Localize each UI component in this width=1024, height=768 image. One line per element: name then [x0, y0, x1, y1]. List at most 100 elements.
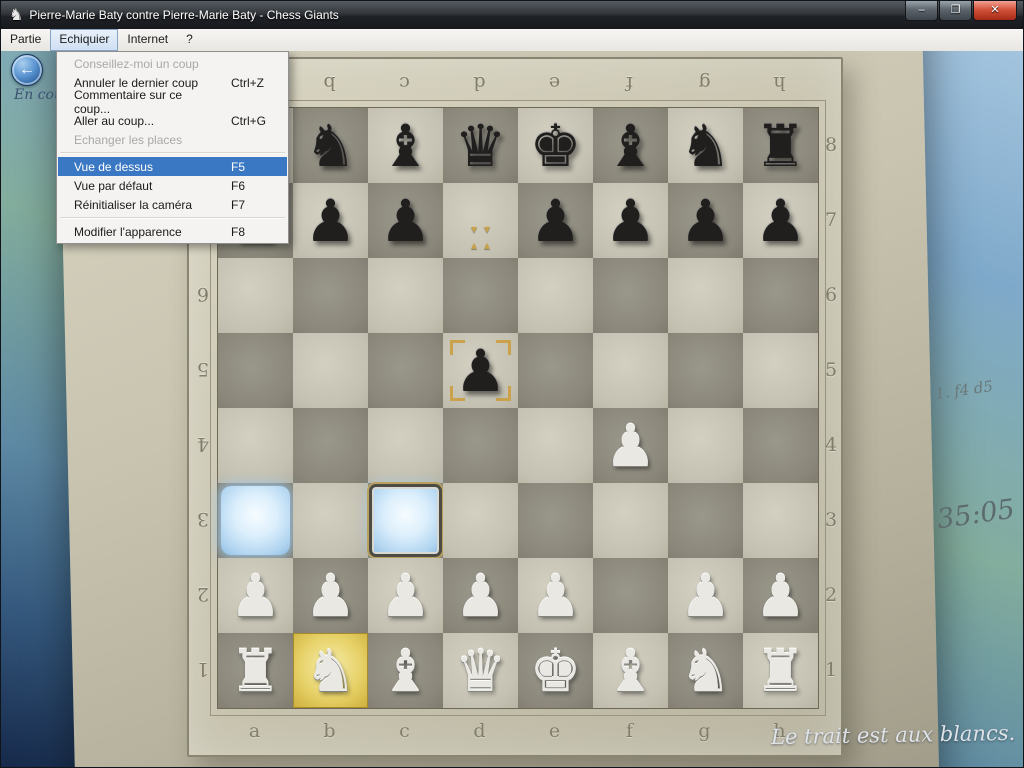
square-e5[interactable]: [518, 333, 593, 408]
square-a1[interactable]: ♜: [218, 633, 293, 708]
square-g5[interactable]: [668, 333, 743, 408]
maximize-button[interactable]: ❐: [939, 1, 972, 21]
white-rook[interactable]: ♜: [743, 633, 818, 708]
square-g8[interactable]: ♞: [668, 108, 743, 183]
square-d6[interactable]: [443, 258, 518, 333]
square-f4[interactable]: ♟: [593, 408, 668, 483]
menu-item-vue-de-dessus[interactable]: Vue de dessusF5: [58, 157, 287, 176]
square-b7[interactable]: ♟: [293, 183, 368, 258]
menu-item-modifier-l-apparence[interactable]: Modifier l'apparenceF8: [58, 222, 287, 241]
square-f8[interactable]: ♝: [593, 108, 668, 183]
square-b3[interactable]: [293, 483, 368, 558]
white-king[interactable]: ♚: [518, 633, 593, 708]
white-knight[interactable]: ♞: [293, 633, 368, 708]
black-knight[interactable]: ♞: [668, 108, 743, 183]
square-b1[interactable]: ♞: [293, 633, 368, 708]
square-c3[interactable]: [368, 483, 443, 558]
square-d3[interactable]: [443, 483, 518, 558]
black-pawn[interactable]: ♟: [443, 333, 518, 408]
white-pawn[interactable]: ♟: [518, 558, 593, 633]
white-pawn[interactable]: ♟: [743, 558, 818, 633]
menubar-item-help[interactable]: ?: [177, 29, 202, 51]
black-bishop[interactable]: ♝: [593, 108, 668, 183]
white-pawn[interactable]: ♟: [443, 558, 518, 633]
black-pawn[interactable]: ♟: [293, 183, 368, 258]
white-queen[interactable]: ♛: [443, 633, 518, 708]
black-bishop[interactable]: ♝: [368, 108, 443, 183]
square-d8[interactable]: ♛: [443, 108, 518, 183]
square-a2[interactable]: ♟: [218, 558, 293, 633]
square-e4[interactable]: [518, 408, 593, 483]
black-pawn[interactable]: ♟: [668, 183, 743, 258]
square-c7[interactable]: ♟: [368, 183, 443, 258]
white-pawn[interactable]: ♟: [668, 558, 743, 633]
square-h5[interactable]: [743, 333, 818, 408]
square-h3[interactable]: [743, 483, 818, 558]
square-b8[interactable]: ♞: [293, 108, 368, 183]
square-c8[interactable]: ♝: [368, 108, 443, 183]
square-d2[interactable]: ♟: [443, 558, 518, 633]
back-arrow-button[interactable]: ←: [11, 54, 43, 86]
square-e3[interactable]: [518, 483, 593, 558]
square-f1[interactable]: ♝: [593, 633, 668, 708]
square-g7[interactable]: ♟: [668, 183, 743, 258]
square-d5[interactable]: ♟: [443, 333, 518, 408]
black-queen[interactable]: ♛: [443, 108, 518, 183]
white-bishop[interactable]: ♝: [368, 633, 443, 708]
square-e7[interactable]: ♟: [518, 183, 593, 258]
square-d1[interactable]: ♛: [443, 633, 518, 708]
white-pawn[interactable]: ♟: [293, 558, 368, 633]
black-pawn[interactable]: ♟: [518, 183, 593, 258]
square-a5[interactable]: [218, 333, 293, 408]
white-pawn[interactable]: ♟: [368, 558, 443, 633]
menubar-item-internet[interactable]: Internet: [118, 29, 177, 51]
white-knight[interactable]: ♞: [668, 633, 743, 708]
square-e8[interactable]: ♚: [518, 108, 593, 183]
square-g3[interactable]: [668, 483, 743, 558]
square-c2[interactable]: ♟: [368, 558, 443, 633]
square-e6[interactable]: [518, 258, 593, 333]
square-c4[interactable]: [368, 408, 443, 483]
black-knight[interactable]: ♞: [293, 108, 368, 183]
white-pawn[interactable]: ♟: [218, 558, 293, 633]
black-rook[interactable]: ♜: [743, 108, 818, 183]
white-pawn[interactable]: ♟: [593, 408, 668, 483]
square-c6[interactable]: [368, 258, 443, 333]
black-pawn[interactable]: ♟: [593, 183, 668, 258]
square-h4[interactable]: [743, 408, 818, 483]
minimize-button[interactable]: –: [905, 1, 938, 21]
menubar-item-echiquier[interactable]: Echiquier: [50, 29, 118, 51]
square-f5[interactable]: [593, 333, 668, 408]
menu-item-vue-par-defaut[interactable]: Vue par défautF6: [58, 176, 287, 195]
square-d7[interactable]: ▾▾▴▴: [443, 183, 518, 258]
square-g2[interactable]: ♟: [668, 558, 743, 633]
menu-item-reinitialiser-la-camera[interactable]: Réinitialiser la caméraF7: [58, 195, 287, 214]
square-b4[interactable]: [293, 408, 368, 483]
square-f7[interactable]: ♟: [593, 183, 668, 258]
square-h8[interactable]: ♜: [743, 108, 818, 183]
black-pawn[interactable]: ♟: [743, 183, 818, 258]
black-pawn[interactable]: ♟: [368, 183, 443, 258]
square-a3[interactable]: [218, 483, 293, 558]
menu-item-commentaire-sur-ce-coup[interactable]: Commentaire sur ce coup...: [58, 92, 287, 111]
square-f3[interactable]: [593, 483, 668, 558]
square-b2[interactable]: ♟: [293, 558, 368, 633]
square-h2[interactable]: ♟: [743, 558, 818, 633]
square-a6[interactable]: [218, 258, 293, 333]
white-bishop[interactable]: ♝: [593, 633, 668, 708]
square-b5[interactable]: [293, 333, 368, 408]
square-e1[interactable]: ♚: [518, 633, 593, 708]
square-c1[interactable]: ♝: [368, 633, 443, 708]
square-h6[interactable]: [743, 258, 818, 333]
square-h1[interactable]: ♜: [743, 633, 818, 708]
white-rook[interactable]: ♜: [218, 633, 293, 708]
square-b6[interactable]: [293, 258, 368, 333]
menubar-item-partie[interactable]: Partie: [1, 29, 50, 51]
square-g4[interactable]: [668, 408, 743, 483]
square-f6[interactable]: [593, 258, 668, 333]
square-g1[interactable]: ♞: [668, 633, 743, 708]
title-bar[interactable]: ♞ Pierre-Marie Baty contre Pierre-Marie …: [1, 1, 1023, 29]
black-king[interactable]: ♚: [518, 108, 593, 183]
square-h7[interactable]: ♟: [743, 183, 818, 258]
square-f2[interactable]: [593, 558, 668, 633]
